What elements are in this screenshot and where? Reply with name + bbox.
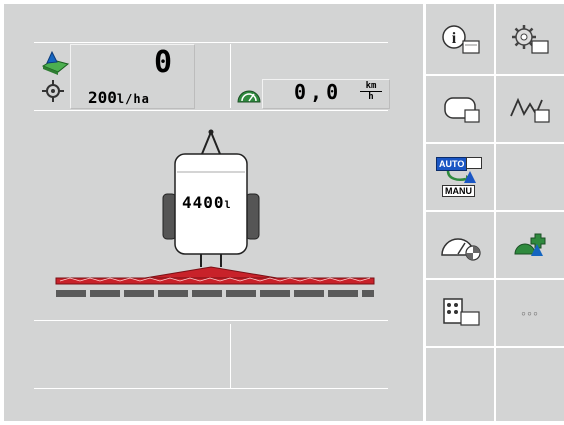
main-work-panel: 0 200l/ha 0,0 km h 4400l <box>4 4 423 421</box>
application-rate: 200l/ha <box>88 88 150 108</box>
settings-icon <box>512 25 549 54</box>
speed-unit-bottom: h <box>368 92 374 102</box>
speedometer-small-icon <box>236 86 262 104</box>
svg-text:i: i <box>452 30 457 47</box>
divider <box>34 42 388 43</box>
more-icon: ◦◦◦ <box>521 305 539 321</box>
divider <box>34 110 388 111</box>
speed-unit: km h <box>360 81 382 102</box>
boom-fold-icon <box>510 97 550 123</box>
tank-volume-unit: l <box>224 200 231 211</box>
tank-icon <box>444 97 480 123</box>
empty-slot <box>496 348 564 421</box>
settings-button[interactable] <box>496 6 564 74</box>
speed-unit-top: km <box>360 81 382 92</box>
speedometer-button[interactable] <box>428 212 494 278</box>
application-rate-unit: l/ha <box>116 92 150 106</box>
target-icon <box>42 80 64 102</box>
empty-slot <box>428 348 494 421</box>
info-button[interactable]: i <box>428 6 494 74</box>
area-counter-value: 0 <box>154 45 173 80</box>
gps-target-button[interactable] <box>496 212 564 278</box>
divider <box>34 320 388 321</box>
speedometer-icon <box>441 238 481 261</box>
empty-slot <box>496 144 564 210</box>
gps-target-icon <box>514 233 546 256</box>
manu-label: MANU <box>442 185 475 197</box>
application-rate-value: 200 <box>88 88 117 107</box>
divider <box>230 44 231 108</box>
speed-value: 0,0 <box>294 80 343 104</box>
divider <box>230 324 231 388</box>
boom-fold-button[interactable] <box>496 76 564 142</box>
tank-button[interactable] <box>428 76 494 142</box>
keypad-icon <box>443 298 480 326</box>
divider <box>34 388 388 389</box>
area-field-icon <box>40 48 70 78</box>
sprayer-terminal-screen: 0 200l/ha 0,0 km h 4400l i AUTO MANU ◦◦◦ <box>0 0 564 425</box>
more-button[interactable]: ◦◦◦ <box>496 280 564 346</box>
sprayer-graphic <box>50 124 380 304</box>
auto-manual-icon: AUTO MANU <box>436 155 486 199</box>
tank-volume-value: 4400 <box>182 193 225 212</box>
keypad-button[interactable] <box>428 280 494 346</box>
tank-volume: 4400l <box>182 193 231 213</box>
info-icon: i <box>442 25 480 54</box>
auto-manual-button[interactable]: AUTO MANU <box>428 144 494 210</box>
